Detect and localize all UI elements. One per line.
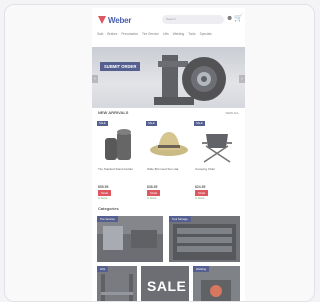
product-image <box>105 129 131 160</box>
nav-item[interactable]: Specials <box>200 32 212 37</box>
category-tile[interactable]: Lifts <box>97 266 137 301</box>
nav-item[interactable]: Tools <box>188 32 195 37</box>
nav-item[interactable]: Pneumatics <box>121 32 138 37</box>
stock-status: In Stock <box>195 197 205 200</box>
next-arrow-icon[interactable]: › <box>239 75 245 83</box>
logo-icon <box>98 16 106 24</box>
sale-badge: SALE <box>98 190 112 196</box>
category-tile[interactable]: SALE <box>141 266 189 301</box>
logo-text: Weber <box>108 15 132 25</box>
nav-item[interactable]: Lifts <box>163 32 169 37</box>
main-nav: Sale Brakes Pneumatics Tire Service Lift… <box>97 32 242 37</box>
hero-badge[interactable]: SUBMIT ORDER <box>100 62 141 71</box>
featured-title: NEW ARRIVALS <box>98 110 129 115</box>
category-label: Lifts <box>97 266 109 272</box>
category-label: Tire Service <box>97 216 118 222</box>
featured-view-all-link[interactable]: VIEW ALL <box>225 111 239 115</box>
product-card[interactable]: SALE Camping Chair $24.95 SALE In Stock <box>194 121 240 206</box>
hero-banner[interactable]: SUBMIT ORDER ‹ › <box>92 47 245 108</box>
nav-item[interactable]: Brakes <box>107 32 117 37</box>
sale-tile-text: SALE <box>147 278 187 294</box>
category-image <box>173 224 236 260</box>
sale-badge: SALE <box>147 190 161 196</box>
site-header: Weber Search ☻ 🛒 <box>92 8 245 31</box>
product-card[interactable]: SALE Wide Brimmed Sun Hat $38.95 SALE In… <box>146 121 192 206</box>
nav-item[interactable]: Tire Service <box>142 32 159 37</box>
preview-card[interactable]: Weber Search ☻ 🛒 Sale Brakes Pneumatics … <box>4 4 315 302</box>
product-price: $24.95 <box>195 185 206 189</box>
product-name[interactable]: Wide Brimmed Sun Hat <box>147 167 191 172</box>
sale-badge: SALE <box>195 190 209 196</box>
tire-changer-image <box>154 55 226 105</box>
category-tile[interactable]: Tool Storage <box>169 216 240 262</box>
category-label: Welding <box>193 266 210 272</box>
cart-icon[interactable]: 🛒 <box>234 15 243 22</box>
product-image <box>202 134 232 163</box>
product-name[interactable]: Tire Stacked Stand Holder <box>98 167 142 172</box>
category-label: Tool Storage <box>169 216 191 222</box>
product-card[interactable]: SALE Tire Stacked Stand Holder $59.95 SA… <box>97 121 143 206</box>
product-name[interactable]: Camping Chair <box>195 167 239 172</box>
user-icon[interactable]: ☻ <box>226 15 233 22</box>
search-input[interactable]: Search <box>162 15 224 24</box>
stock-status: In Stock <box>98 197 108 200</box>
prev-arrow-icon[interactable]: ‹ <box>92 75 98 83</box>
stock-status: In Stock <box>147 197 157 200</box>
category-image <box>97 226 163 262</box>
nav-item[interactable]: Sale <box>97 32 103 37</box>
site-logo[interactable]: Weber <box>98 15 132 25</box>
nav-item[interactable]: Welding <box>173 32 184 37</box>
mobile-page-preview: Weber Search ☻ 🛒 Sale Brakes Pneumatics … <box>92 8 245 301</box>
category-tile[interactable]: Tire Service <box>97 216 163 262</box>
product-price: $59.95 <box>98 185 109 189</box>
category-tile[interactable]: Welding <box>193 266 240 301</box>
product-price: $38.95 <box>147 185 158 189</box>
categories-title: Categories <box>98 206 119 211</box>
product-image <box>150 132 188 156</box>
